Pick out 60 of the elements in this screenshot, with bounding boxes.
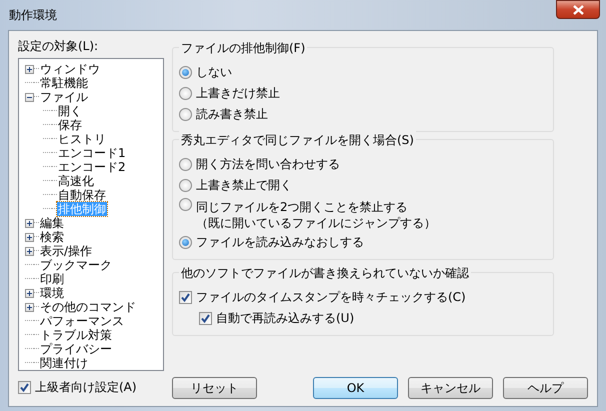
group-title: 秀丸エディタで同じファイルを開く場合(S) — [179, 131, 416, 149]
tree-item[interactable]: ファイル — [39, 90, 89, 104]
option-label: 上書きだけ禁止 — [196, 86, 280, 101]
checkbox[interactable] — [179, 291, 192, 304]
radio-button[interactable] — [179, 87, 192, 100]
tree-item[interactable]: 自動保存 — [57, 188, 107, 202]
tree-item[interactable]: 表示/操作 — [39, 244, 94, 258]
expand-icon[interactable] — [25, 232, 34, 242]
tree-item[interactable]: パフォーマンス — [39, 314, 125, 328]
dialog-button[interactable]: ヘルプ — [503, 377, 588, 399]
expand-icon[interactable] — [25, 302, 34, 312]
close-icon — [572, 4, 584, 14]
tree-item[interactable]: ブックマーク — [39, 258, 113, 272]
option-label: ファイルのタイムスタンプを時々チェックする(C) — [196, 290, 466, 305]
dialog-button[interactable]: リセット — [172, 377, 257, 399]
tree-item[interactable]: トラブル対策 — [39, 328, 113, 342]
tree-item[interactable]: 検索 — [39, 230, 65, 244]
option-label: 上書き禁止で開く — [196, 178, 292, 193]
expand-icon[interactable] — [25, 218, 34, 228]
tree-item[interactable]: ウィンドウ — [39, 62, 101, 76]
option-label: しない — [196, 65, 232, 80]
tree-item[interactable]: エンコード2 — [57, 160, 127, 174]
radio-button[interactable] — [179, 66, 192, 79]
expand-icon[interactable] — [25, 246, 34, 256]
radio-button[interactable] — [179, 179, 192, 192]
tree-item[interactable]: 編集 — [39, 216, 65, 230]
dialog-button[interactable]: キャンセル — [408, 377, 493, 399]
tree-item[interactable]: ヒストリ — [57, 132, 107, 146]
expand-icon[interactable] — [25, 64, 34, 74]
option-label: 自動で再読み込みする(U) — [216, 311, 354, 326]
tree-item[interactable]: プライバシー — [39, 342, 113, 356]
tree-item[interactable]: 関連付け — [39, 356, 89, 370]
radio-button[interactable] — [179, 158, 192, 171]
tree-item[interactable]: 常駐機能 — [39, 76, 89, 90]
radio-button[interactable] — [179, 108, 192, 121]
collapse-icon[interactable] — [25, 92, 34, 102]
expand-icon[interactable] — [25, 288, 34, 298]
checkbox[interactable] — [199, 312, 212, 325]
option-label: ファイルを読み込みなおしする — [196, 235, 364, 250]
dialog-button[interactable]: OK — [313, 377, 398, 399]
tree-label: 設定の対象(L): — [18, 38, 100, 55]
radio-button[interactable] — [179, 198, 192, 211]
checkbox-label: 上級者向け設定(A) — [35, 379, 137, 396]
radio-button[interactable] — [179, 236, 192, 249]
group-title: ファイルの排他制御(F) — [179, 39, 308, 57]
window-title: 動作環境 — [9, 7, 57, 24]
tree-item[interactable]: エンコード1 — [57, 146, 127, 160]
tree-item[interactable]: 高速化 — [57, 174, 95, 188]
tree-item[interactable]: 印刷 — [39, 272, 65, 286]
option-label: 読み書き禁止 — [196, 107, 268, 122]
tree-item[interactable]: 保存 — [57, 118, 83, 132]
option-note: （既に開いているファイルにジャンプする） — [196, 216, 436, 231]
tree-item[interactable]: 開く — [57, 104, 83, 118]
close-button[interactable] — [556, 0, 600, 19]
option-label: 同じファイルを2つ開くことを禁止する — [196, 200, 408, 214]
option-label: 開く方法を問い合わせする — [196, 157, 340, 172]
checkbox[interactable] — [18, 380, 31, 394]
tree-item[interactable]: その他のコマンド — [39, 300, 137, 314]
group-title: 他のソフトでファイルが書き換えられていないか確認 — [179, 264, 471, 282]
tree-item[interactable]: 環境 — [39, 286, 65, 300]
